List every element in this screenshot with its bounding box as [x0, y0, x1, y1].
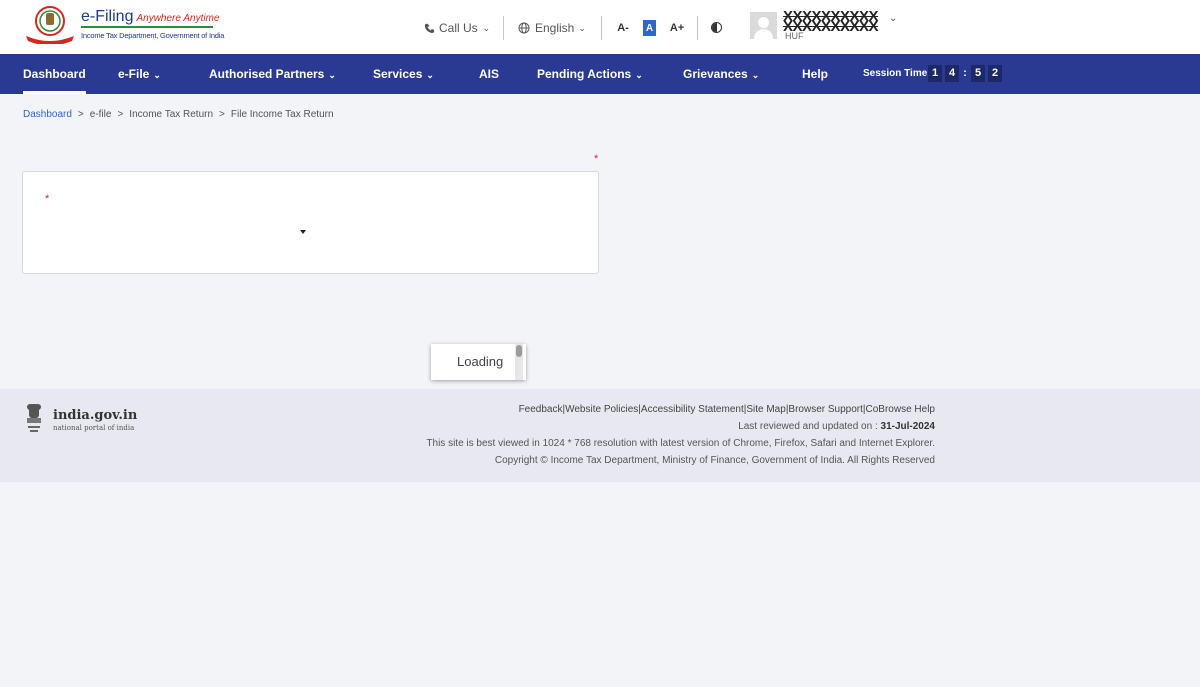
- session-digit: 4: [945, 65, 959, 82]
- breadcrumb-item-income-tax-return[interactable]: Income Tax Return: [129, 109, 213, 120]
- footer-link-cobrowse-help[interactable]: CoBrowse Help: [866, 404, 935, 415]
- session-separator: :: [963, 67, 967, 79]
- loading-popup: Loading: [431, 344, 526, 380]
- breadcrumb-item-file-itr: File Income Tax Return: [230, 109, 334, 120]
- header-divider: [697, 16, 698, 40]
- language-label: English: [535, 21, 575, 35]
- nav-item-authorised-partners[interactable]: Authorised Partners ⌄: [209, 54, 336, 94]
- review-label: Last reviewed and updated on :: [738, 421, 881, 432]
- nav-item-services[interactable]: Services ⌄: [373, 54, 434, 94]
- chevron-down-icon: ⌄: [482, 22, 491, 33]
- footer-link-site-map[interactable]: Site Map: [746, 404, 785, 415]
- loading-text: Loading: [457, 354, 504, 369]
- scrollbar-thumb[interactable]: [516, 345, 522, 357]
- nav-item-label: Services: [373, 67, 423, 81]
- breadcrumb-separator: >: [117, 109, 124, 120]
- required-mark: *: [594, 153, 599, 165]
- nav-item-efile[interactable]: e-File ⌄: [118, 54, 161, 94]
- header-divider: [601, 16, 602, 40]
- chevron-down-icon: ⌄: [751, 70, 760, 80]
- session-digit: 2: [988, 65, 1002, 82]
- india-portal-name[interactable]: india.gov.in: [53, 408, 137, 423]
- footer-last-reviewed: Last reviewed and updated on : 31-Jul-20…: [738, 421, 935, 432]
- nav-item-label: Authorised Partners: [209, 67, 325, 81]
- footer-link-accessibility[interactable]: Accessibility Statement: [641, 404, 744, 415]
- nav-item-help[interactable]: Help: [802, 54, 828, 94]
- footer-link-website-policies[interactable]: Website Policies: [565, 404, 638, 415]
- globe-icon: [518, 22, 530, 34]
- main-nav: Dashboard e-File ⌄ Authorised Partners ⌄ S…: [0, 54, 1200, 94]
- nav-item-label: Grievances: [683, 67, 748, 81]
- nav-item-pending-actions[interactable]: Pending Actions ⌄: [537, 54, 643, 94]
- nav-item-dashboard[interactable]: Dashboard: [23, 54, 86, 94]
- footer-links: Feedback|Website Policies|Accessibility …: [519, 404, 935, 415]
- footer: india.gov.in national portal of india Fe…: [0, 389, 1200, 482]
- chevron-down-icon: ⌄: [328, 70, 336, 80]
- chevron-down-icon: ⌄: [578, 22, 586, 33]
- logo-subtitle: Income Tax Department, Government of Ind…: [81, 31, 225, 40]
- breadcrumb-item-dashboard[interactable]: Dashboard: [23, 109, 72, 120]
- efiling-logo[interactable]: e-Filing Anywhere Anytime Income Tax Depa…: [24, 4, 224, 44]
- logo-title: e-Filing Anywhere Anytime: [81, 8, 219, 26]
- font-decrease-button[interactable]: A-: [616, 20, 630, 36]
- call-us-label: Call Us: [439, 21, 478, 35]
- logo-tagline: Anywhere Anytime: [136, 13, 220, 24]
- header-divider: [503, 16, 504, 40]
- income-tax-emblem-icon: [26, 6, 74, 44]
- chevron-down-icon: ⌄: [635, 70, 643, 80]
- nav-item-label: Dashboard: [23, 67, 86, 81]
- chevron-down-icon: ⌄: [153, 70, 161, 80]
- font-normal-button[interactable]: A: [643, 20, 656, 36]
- breadcrumb-separator: >: [219, 109, 225, 120]
- phone-icon: [424, 23, 435, 33]
- font-increase-button[interactable]: A+: [670, 20, 684, 36]
- required-mark: *: [45, 193, 50, 205]
- nav-item-ais[interactable]: AIS: [479, 54, 499, 94]
- nav-item-label: AIS: [479, 67, 500, 81]
- breadcrumb-item-efile[interactable]: e-file: [90, 109, 112, 120]
- nav-item-label: Help: [802, 67, 829, 81]
- footer-copyright: Copyright © Income Tax Department, Minis…: [494, 455, 935, 466]
- review-date: 31-Jul-2024: [880, 421, 935, 432]
- dropdown-arrow-icon[interactable]: [300, 230, 306, 234]
- contrast-toggle-icon[interactable]: [711, 22, 722, 33]
- nav-item-label: e-File: [118, 67, 150, 81]
- nav-item-grievances[interactable]: Grievances ⌄: [683, 54, 759, 94]
- top-header: e-Filing Anywhere Anytime Income Tax Depa…: [0, 0, 1200, 54]
- chevron-down-icon: ⌄: [426, 70, 434, 80]
- call-us-dropdown[interactable]: Call Us ⌄: [424, 18, 490, 38]
- form-card: *: [22, 171, 599, 274]
- loading-scrollbar[interactable]: [515, 344, 523, 380]
- avatar-head: [758, 17, 769, 28]
- breadcrumb: Dashboard > e-file > Income Tax Return >…: [23, 109, 334, 120]
- logo-title-text: e-Filing: [81, 8, 134, 25]
- session-digit: 5: [971, 65, 985, 82]
- session-digit: 1: [928, 65, 942, 82]
- user-role: HUF: [785, 31, 804, 41]
- avatar-body: [754, 29, 773, 39]
- session-time-label: Session Time: [863, 68, 928, 79]
- chevron-down-icon[interactable]: ⌄: [889, 13, 897, 24]
- india-portal-sub: national portal of india: [53, 424, 135, 432]
- logo-divider: [81, 26, 213, 28]
- language-dropdown[interactable]: English ⌄: [518, 18, 586, 38]
- footer-best-viewed: This site is best viewed in 1024 * 768 r…: [426, 438, 935, 449]
- breadcrumb-separator: >: [77, 109, 84, 120]
- national-emblem-icon: [27, 404, 41, 432]
- avatar[interactable]: [750, 12, 777, 39]
- footer-link-feedback[interactable]: Feedback: [519, 404, 563, 415]
- footer-link-browser-support[interactable]: Browser Support: [788, 404, 862, 415]
- session-timer: 1 4 : 5 2: [928, 65, 1005, 82]
- nav-item-label: Pending Actions: [537, 67, 632, 81]
